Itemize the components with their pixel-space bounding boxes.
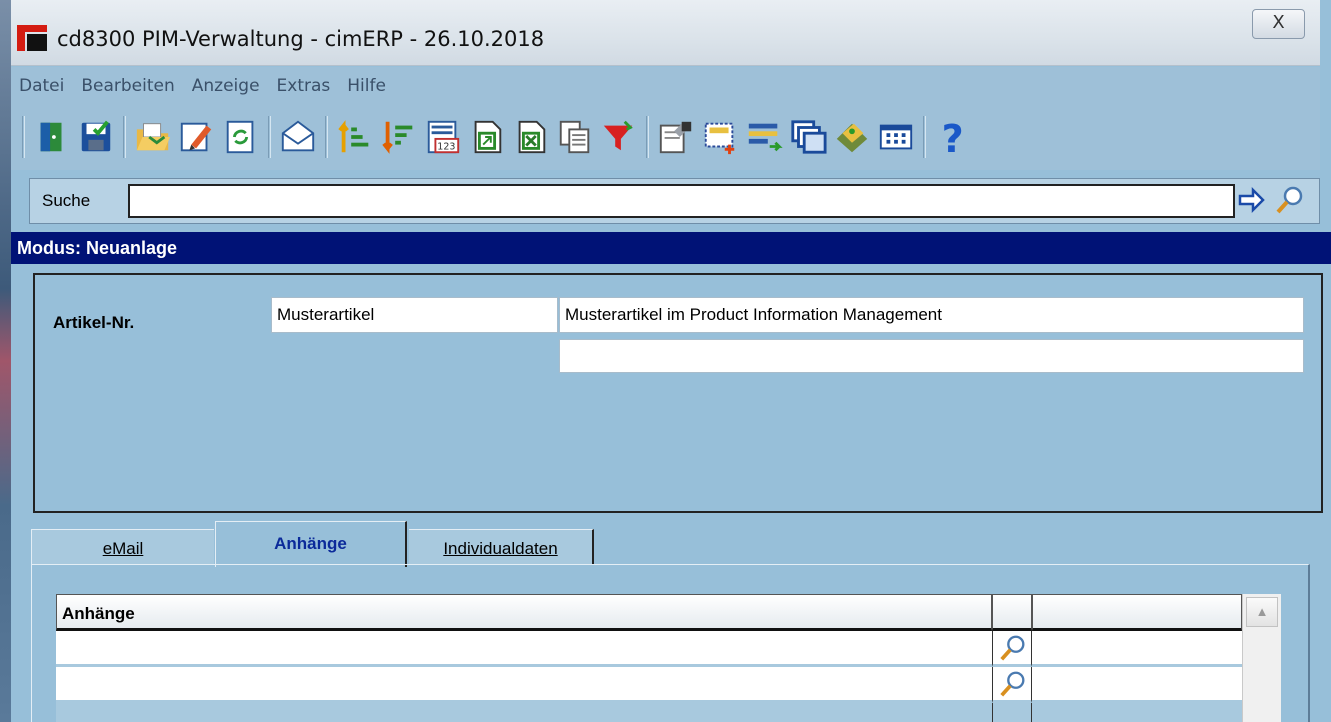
- magnifier-icon[interactable]: [1274, 184, 1306, 216]
- toolbar-separator: [923, 116, 926, 158]
- desktop-edge: [0, 0, 11, 722]
- article-number-label: Artikel-Nr.: [53, 313, 135, 332]
- article-header-group: Artikel-Nr. Musterartikel Musterartikel …: [33, 273, 1323, 513]
- menu-bearbeiten[interactable]: Bearbeiten: [73, 76, 183, 96]
- menu-datei[interactable]: Datei: [11, 76, 73, 96]
- toolbar-separator: [268, 116, 271, 158]
- menu-bar: Datei Bearbeiten Anzeige Extras Hilfe: [11, 67, 1320, 104]
- article-number-field[interactable]: Musterartikel: [271, 297, 558, 333]
- svg-text:123: 123: [437, 141, 455, 152]
- open-folder-icon[interactable]: [133, 115, 173, 159]
- window-title: cd8300 PIM-Verwaltung - cimERP - 26.10.2…: [57, 27, 545, 51]
- mode-bar: Modus: Neuanlage: [11, 232, 1331, 264]
- transfer-icon[interactable]: [744, 115, 784, 159]
- filter-funnel-icon[interactable]: [599, 115, 639, 159]
- column-header-anhaenge[interactable]: Anhänge: [56, 594, 992, 631]
- exit-icon[interactable]: [32, 115, 72, 159]
- article-description2-field[interactable]: [559, 339, 1304, 373]
- table-row[interactable]: [56, 703, 1242, 722]
- tab-individualdaten[interactable]: Individualdaten: [409, 529, 594, 565]
- sort-ascending-icon[interactable]: [335, 115, 375, 159]
- refresh-icon[interactable]: [221, 115, 261, 159]
- copy-pages-icon[interactable]: [555, 115, 595, 159]
- column-header-lookup[interactable]: [992, 594, 1032, 631]
- toolbar: 123 ?: [11, 104, 1320, 170]
- title-bar: cd8300 PIM-Verwaltung - cimERP - 26.10.2…: [11, 0, 1320, 66]
- properties-icon[interactable]: [656, 115, 696, 159]
- lookup-cell[interactable]: [992, 631, 1032, 667]
- edit-pencil-icon[interactable]: [177, 115, 217, 159]
- article-description-field[interactable]: Musterartikel im Product Information Man…: [559, 297, 1304, 333]
- lookup-cell[interactable]: [992, 703, 1032, 722]
- save-icon[interactable]: [76, 115, 116, 159]
- attachment-name-cell[interactable]: [56, 631, 992, 667]
- attachment-name-cell[interactable]: [56, 667, 992, 703]
- attachment-extra-cell[interactable]: [1032, 667, 1242, 703]
- close-button[interactable]: X: [1252, 9, 1305, 39]
- sort-descending-icon[interactable]: [379, 115, 419, 159]
- toolbar-separator: [22, 116, 25, 158]
- menu-extras[interactable]: Extras: [269, 76, 340, 96]
- help-icon[interactable]: ?: [933, 115, 973, 159]
- table-row[interactable]: [56, 631, 1242, 667]
- email-envelope-icon[interactable]: [278, 115, 318, 159]
- search-input[interactable]: [128, 184, 1235, 218]
- attachments-table: Anhänge ▲: [56, 594, 1281, 722]
- toolbar-separator: [123, 116, 126, 158]
- toolbar-separator: [325, 116, 328, 158]
- app-logo-icon: [17, 25, 47, 51]
- scroll-up-icon[interactable]: ▲: [1246, 597, 1278, 627]
- attachment-extra-cell[interactable]: [1032, 703, 1242, 722]
- magnifier-icon[interactable]: [998, 669, 1028, 699]
- tab-individualdaten-label: Individualdaten: [443, 539, 558, 558]
- svg-text:?: ?: [942, 117, 964, 157]
- tab-anhaenge-label: Anhänge: [274, 534, 347, 553]
- excel-export-icon[interactable]: [511, 115, 551, 159]
- magnifier-icon[interactable]: [998, 633, 1028, 663]
- toolbar-separator: [646, 116, 649, 158]
- vertical-scrollbar[interactable]: ▲: [1242, 594, 1281, 722]
- arrow-right-icon[interactable]: [1237, 186, 1265, 214]
- tab-email[interactable]: eMail: [31, 529, 214, 565]
- column-header-extra[interactable]: [1032, 594, 1242, 631]
- menu-anzeige[interactable]: Anzeige: [184, 76, 269, 96]
- menu-hilfe[interactable]: Hilfe: [339, 76, 395, 96]
- table-row[interactable]: [56, 667, 1242, 703]
- attachment-extra-cell[interactable]: [1032, 631, 1242, 667]
- attachment-name-cell[interactable]: [56, 703, 992, 722]
- tab-anhaenge[interactable]: Anhänge: [215, 521, 407, 567]
- export-icon[interactable]: [467, 115, 507, 159]
- search-label: Suche: [42, 191, 91, 210]
- lookup-cell[interactable]: [992, 667, 1032, 703]
- number-format-icon[interactable]: 123: [423, 115, 463, 159]
- windows-icon[interactable]: [788, 115, 828, 159]
- search-bar: Suche: [29, 178, 1320, 224]
- calculator-icon[interactable]: [876, 115, 916, 159]
- tag-icon[interactable]: [832, 115, 872, 159]
- new-selection-icon[interactable]: [700, 115, 740, 159]
- tab-email-label: eMail: [102, 539, 144, 558]
